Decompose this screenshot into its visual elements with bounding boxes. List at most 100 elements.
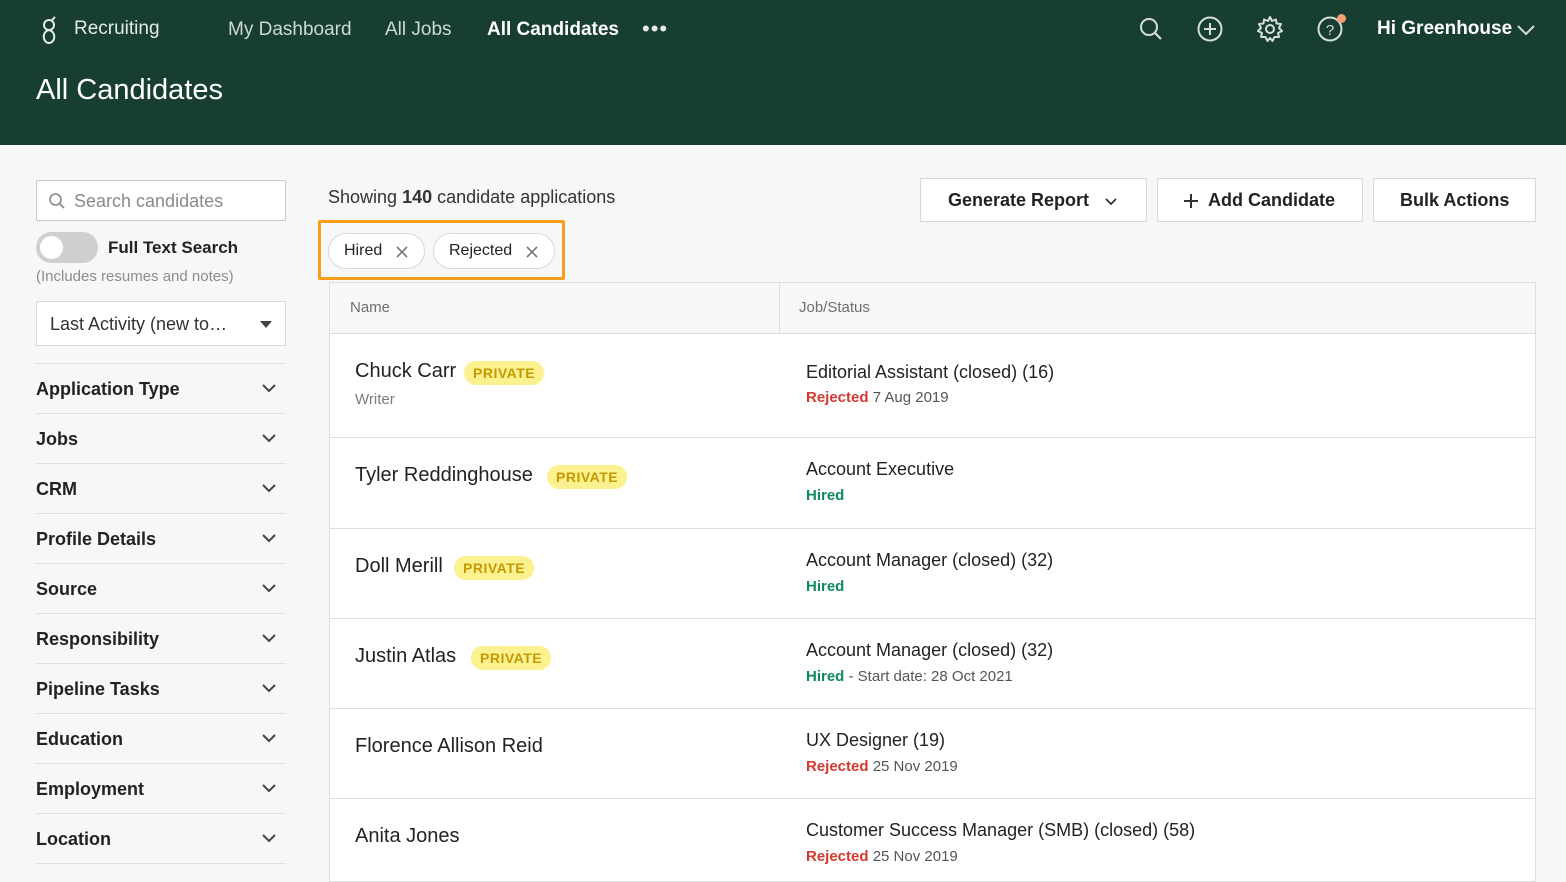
filter-label: Responsibility	[36, 629, 160, 649]
bulk-actions-label: Bulk Actions	[1400, 190, 1510, 210]
job-name[interactable]: Account Manager (closed) (32)	[806, 550, 1053, 571]
filter-application-type[interactable]: Application Type	[36, 364, 286, 414]
search-candidates-input[interactable]	[74, 189, 279, 213]
status-rejected: Rejected	[806, 758, 869, 775]
filter-jobs[interactable]: Jobs	[36, 414, 286, 464]
svg-text:?: ?	[1326, 22, 1334, 39]
filter-education[interactable]: Education	[36, 714, 286, 764]
chevron-down-icon	[262, 434, 276, 443]
filter-tag-hired[interactable]: Hired	[328, 233, 425, 269]
plus-icon	[1184, 194, 1198, 208]
job-name[interactable]: UX Designer (19)	[806, 730, 945, 751]
status-start-date: - Start date: 28 Oct 2021	[848, 668, 1013, 685]
chevron-down-icon[interactable]	[1516, 22, 1536, 38]
candidate-name[interactable]: Florence Allison Reid	[355, 735, 543, 758]
chevron-down-icon	[262, 634, 276, 643]
chevron-down-icon	[262, 584, 276, 593]
app-name[interactable]: Recruiting	[74, 18, 160, 40]
top-header: Recruiting My Dashboard All Jobs All Can…	[0, 0, 1566, 145]
private-badge: PRIVATE	[471, 646, 552, 670]
candidate-title: Writer	[355, 391, 395, 408]
candidate-name[interactable]: Doll Merill	[355, 555, 443, 578]
close-icon[interactable]	[396, 246, 408, 258]
job-name[interactable]: Customer Success Manager (SMB) (closed) …	[806, 820, 1195, 841]
job-name[interactable]: Account Executive	[806, 459, 954, 480]
toggle-knob	[40, 236, 63, 259]
application-status: Rejected 25 Nov 2019	[806, 848, 958, 865]
add-icon[interactable]	[1195, 14, 1225, 44]
nav-all-candidates[interactable]: All Candidates	[487, 19, 619, 41]
private-badge: PRIVATE	[454, 556, 535, 580]
filter-source[interactable]: Source	[36, 564, 286, 614]
table-row[interactable]: Justin Atlas PRIVATE Account Manager (cl…	[330, 619, 1535, 709]
filter-responsibility[interactable]: Responsibility	[36, 614, 286, 664]
chevron-down-icon	[262, 534, 276, 543]
filter-crm[interactable]: CRM	[36, 464, 286, 514]
application-status: Hired	[806, 487, 844, 504]
filter-label: Pipeline Tasks	[36, 679, 160, 699]
settings-gear-icon[interactable]	[1255, 14, 1285, 44]
filter-label: Application Type	[36, 379, 180, 399]
bulk-actions-button[interactable]: Bulk Actions	[1373, 178, 1536, 222]
table-row[interactable]: Tyler Reddinghouse PRIVATE Account Execu…	[330, 438, 1535, 529]
candidate-name[interactable]: Tyler Reddinghouse	[355, 464, 533, 487]
application-status: Hired	[806, 578, 844, 595]
application-status: Hired - Start date: 28 Oct 2021	[806, 668, 1013, 685]
search-icon[interactable]	[1136, 14, 1166, 44]
results-count-number: 140	[402, 187, 433, 207]
filter-tag-label: Hired	[344, 242, 383, 259]
filter-pipeline-tasks[interactable]: Pipeline Tasks	[36, 664, 286, 714]
close-icon[interactable]	[526, 246, 538, 258]
table-header: Name Job/Status	[330, 283, 1535, 334]
table-row[interactable]: Florence Allison Reid UX Designer (19) R…	[330, 709, 1535, 799]
nav-more-button[interactable]: •••	[642, 16, 668, 42]
private-badge: PRIVATE	[464, 361, 545, 385]
filter-profile-details[interactable]: Profile Details	[36, 514, 286, 564]
filter-tag-rejected[interactable]: Rejected	[433, 233, 555, 269]
filter-tag-label: Rejected	[449, 242, 513, 259]
generate-report-button[interactable]: Generate Report	[920, 178, 1147, 222]
filter-label: Education	[36, 729, 124, 749]
column-header-job-status[interactable]: Job/Status	[799, 299, 870, 316]
full-text-search-note: (Includes resumes and notes)	[36, 268, 234, 285]
nav-my-dashboard[interactable]: My Dashboard	[228, 19, 352, 41]
candidate-name[interactable]: Chuck Carr	[355, 360, 456, 383]
application-status: Rejected 25 Nov 2019	[806, 758, 958, 775]
add-candidate-label: Add Candidate	[1208, 190, 1336, 210]
nav-all-jobs[interactable]: All Jobs	[385, 19, 452, 41]
status-date: 7 Aug 2019	[872, 389, 949, 406]
filter-location[interactable]: Location	[36, 814, 286, 864]
candidate-name[interactable]: Anita Jones	[355, 825, 460, 848]
generate-report-label: Generate Report	[948, 190, 1090, 210]
filter-label: Source	[36, 579, 98, 599]
sort-select[interactable]: Last Activity (new to…	[36, 301, 286, 346]
job-name[interactable]: Editorial Assistant (closed) (16)	[806, 362, 1054, 383]
table-row[interactable]: Anita Jones Customer Success Manager (SM…	[330, 799, 1535, 881]
status-date: 25 Nov 2019	[872, 848, 958, 865]
private-badge: PRIVATE	[547, 465, 628, 489]
status-date: 25 Nov 2019	[872, 758, 958, 775]
application-status: Rejected 7 Aug 2019	[806, 389, 949, 406]
results-count-suffix: candidate applications	[437, 187, 616, 207]
full-text-search-toggle[interactable]	[36, 232, 98, 263]
user-menu[interactable]: Hi Greenhouse	[1377, 18, 1512, 40]
candidate-name[interactable]: Justin Atlas	[355, 645, 456, 668]
column-header-name[interactable]: Name	[350, 299, 390, 316]
greenhouse-logo-icon[interactable]	[38, 16, 60, 46]
job-name[interactable]: Account Manager (closed) (32)	[806, 640, 1053, 661]
table-row[interactable]: Doll Merill PRIVATE Account Manager (clo…	[330, 529, 1535, 619]
caret-down-icon	[260, 321, 272, 328]
chevron-down-icon	[262, 684, 276, 693]
filter-label: Location	[36, 829, 111, 849]
status-rejected: Rejected	[806, 389, 869, 406]
chevron-down-icon	[262, 734, 276, 743]
add-candidate-button[interactable]: Add Candidate	[1157, 178, 1363, 222]
status-hired: Hired	[806, 578, 845, 595]
table-row[interactable]: Chuck Carr PRIVATE Writer Editorial Assi…	[330, 334, 1535, 438]
column-divider	[779, 283, 780, 333]
results-count-prefix: Showing	[328, 187, 398, 207]
page-title: All Candidates	[36, 74, 223, 106]
filter-employment[interactable]: Employment	[36, 764, 286, 814]
status-hired: Hired	[806, 487, 845, 504]
chevron-down-icon	[1105, 198, 1117, 206]
